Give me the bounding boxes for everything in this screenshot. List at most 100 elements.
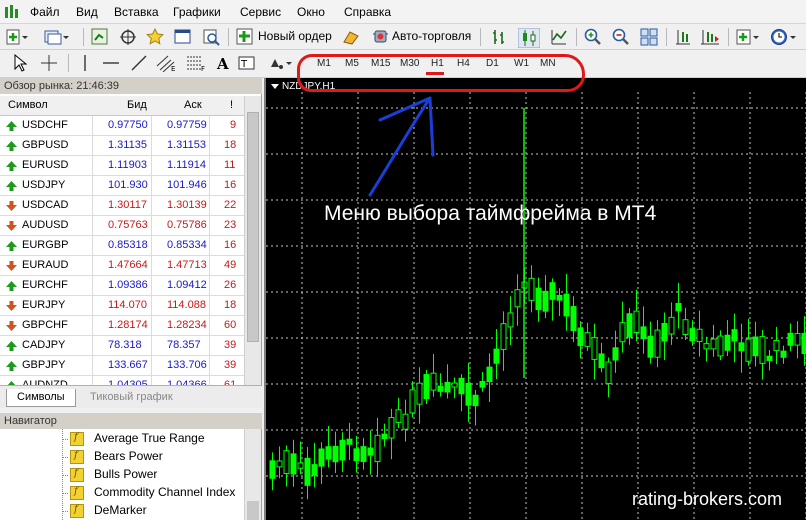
zoom-out-icon[interactable] (612, 28, 632, 46)
market-watch-panel: Обзор рынка: 21:46:39 Символ Бид Аск ! U… (0, 78, 262, 408)
price-chart[interactable] (266, 78, 806, 520)
metaeditor-icon[interactable] (342, 28, 362, 46)
candle-body (710, 338, 717, 350)
candle-body (458, 377, 465, 395)
scrollbar-thumb[interactable] (247, 112, 259, 342)
cursor-icon[interactable] (12, 54, 32, 72)
new-chart-icon[interactable] (6, 28, 28, 46)
table-row[interactable]: EURUSD 1.11903 1.11914 11 (0, 156, 244, 176)
candle-body (444, 381, 451, 393)
table-row[interactable]: CADJPY 78.318 78.357 39 (0, 336, 244, 356)
auto-trading-icon[interactable] (370, 28, 390, 46)
chart-window[interactable]: NZDJPY,H1 Меню выбора таймфрейма в МТ4 r… (264, 78, 806, 520)
bid-cell: 1.31135 (108, 139, 147, 151)
ask-cell: 1.11914 (167, 159, 206, 171)
fibonacci-icon[interactable]: F (186, 54, 206, 72)
candle-body (423, 374, 430, 400)
candle-body (549, 282, 556, 300)
column-header-symbol[interactable]: Символ (8, 99, 48, 111)
table-row[interactable]: AUDUSD 0.75763 0.75786 23 (0, 216, 244, 236)
column-header-ask[interactable]: Аск (184, 99, 202, 111)
vertical-line-icon[interactable] (76, 54, 96, 72)
indicators-icon[interactable] (736, 28, 759, 46)
strategy-tester-icon[interactable] (202, 28, 222, 46)
arrow-up-icon (6, 181, 17, 191)
table-row[interactable]: USDJPY 101.930 101.946 16 (0, 176, 244, 196)
ask-cell: 114.088 (167, 299, 206, 311)
chart-shift-icon[interactable] (674, 28, 694, 46)
navigator-icon[interactable] (146, 28, 166, 46)
table-row[interactable]: USDCAD 1.30117 1.30139 22 (0, 196, 244, 216)
auto-trading-button[interactable]: Авто-торговля (392, 29, 471, 43)
table-row[interactable]: USDCHF 0.97750 0.97759 9 (0, 116, 244, 136)
data-window-icon[interactable] (119, 28, 139, 46)
candle-body (507, 312, 514, 328)
table-row[interactable]: GBPCHF 1.28174 1.28234 60 (0, 316, 244, 336)
indicator-icon (70, 486, 84, 500)
ask-cell: 0.75786 (167, 219, 207, 231)
scrollbar-thumb[interactable] (247, 501, 259, 520)
bid-cell: 133.667 (108, 359, 148, 371)
terminal-icon[interactable] (174, 28, 194, 46)
tab-symbols[interactable]: Символы (6, 389, 76, 407)
profiles-icon[interactable] (44, 28, 69, 46)
candle-body (535, 287, 542, 311)
new-order-button[interactable]: Новый ордер (258, 29, 332, 43)
horizontal-line-icon[interactable] (102, 54, 122, 72)
tab-tick-chart[interactable]: Тиковый график (80, 389, 183, 407)
trendline-icon[interactable] (130, 54, 150, 72)
autoscroll-icon[interactable] (700, 28, 720, 46)
candle-body (787, 332, 794, 346)
spread-cell: 39 (224, 339, 237, 351)
market-watch-scrollbar[interactable] (244, 96, 261, 385)
table-row[interactable]: GBPUSD 1.31135 1.31153 18 (0, 136, 244, 156)
menu-file[interactable]: Файл (30, 5, 60, 19)
text-tool-icon[interactable]: A (214, 54, 234, 72)
candle-body (402, 413, 409, 430)
menu-charts[interactable]: Графики (173, 5, 221, 19)
navigator-title: Навигатор (0, 413, 262, 429)
symbol-cell: GBPJPY (22, 359, 66, 371)
spread-cell: 18 (224, 299, 237, 311)
table-row[interactable]: EURGBP 0.85318 0.85334 16 (0, 236, 244, 256)
candle-body (668, 316, 675, 335)
zoom-in-icon[interactable] (584, 28, 604, 46)
arrows-icon[interactable] (268, 54, 292, 72)
chart-menu-icon[interactable] (271, 84, 279, 89)
table-row[interactable]: GBPJPY 133.667 133.706 39 (0, 356, 244, 376)
periods-icon[interactable] (770, 28, 796, 46)
line-chart-icon[interactable] (550, 28, 570, 46)
arrow-up-icon (6, 121, 17, 131)
candle-body (577, 327, 584, 347)
symbol-cell: CADJPY (22, 339, 66, 351)
bid-cell: 1.28174 (108, 319, 148, 331)
crosshair-icon[interactable] (40, 54, 60, 72)
candle-body (276, 460, 283, 468)
table-row[interactable]: EURJPY 114.070 114.088 18 (0, 296, 244, 316)
text-label-icon[interactable]: T (238, 54, 258, 72)
table-row[interactable]: EURAUD 1.47664 1.47713 49 (0, 256, 244, 276)
new-order-icon[interactable] (236, 28, 256, 46)
candlestick-chart-icon[interactable] (518, 28, 540, 48)
candle-body (311, 464, 318, 476)
menu-window[interactable]: Окно (297, 5, 325, 19)
table-row[interactable]: AUDNZD 1.04305 1.04366 61 (0, 376, 244, 385)
menu-view[interactable]: Вид (76, 5, 98, 19)
menu-help[interactable]: Справка (344, 5, 391, 19)
menu-insert[interactable]: Вставка (114, 5, 159, 19)
menu-tools[interactable]: Сервис (240, 5, 281, 19)
tile-windows-icon[interactable] (640, 28, 660, 46)
table-row[interactable]: EURCHF 1.09386 1.09412 26 (0, 276, 244, 296)
ask-cell: 1.30139 (167, 199, 207, 211)
column-header-bid[interactable]: Бид (127, 99, 147, 111)
navigator-scrollbar[interactable] (244, 429, 261, 520)
column-header-spread[interactable]: ! (230, 99, 233, 111)
symbol-cell: GBPUSD (22, 139, 69, 151)
svg-text:E: E (171, 65, 175, 72)
arrow-up-icon (6, 141, 17, 151)
candle-body (381, 433, 388, 440)
market-watch-icon[interactable] (91, 28, 111, 46)
bar-chart-icon[interactable] (490, 28, 510, 46)
candle-body (304, 457, 311, 486)
equidistant-channel-icon[interactable]: E (156, 54, 176, 72)
